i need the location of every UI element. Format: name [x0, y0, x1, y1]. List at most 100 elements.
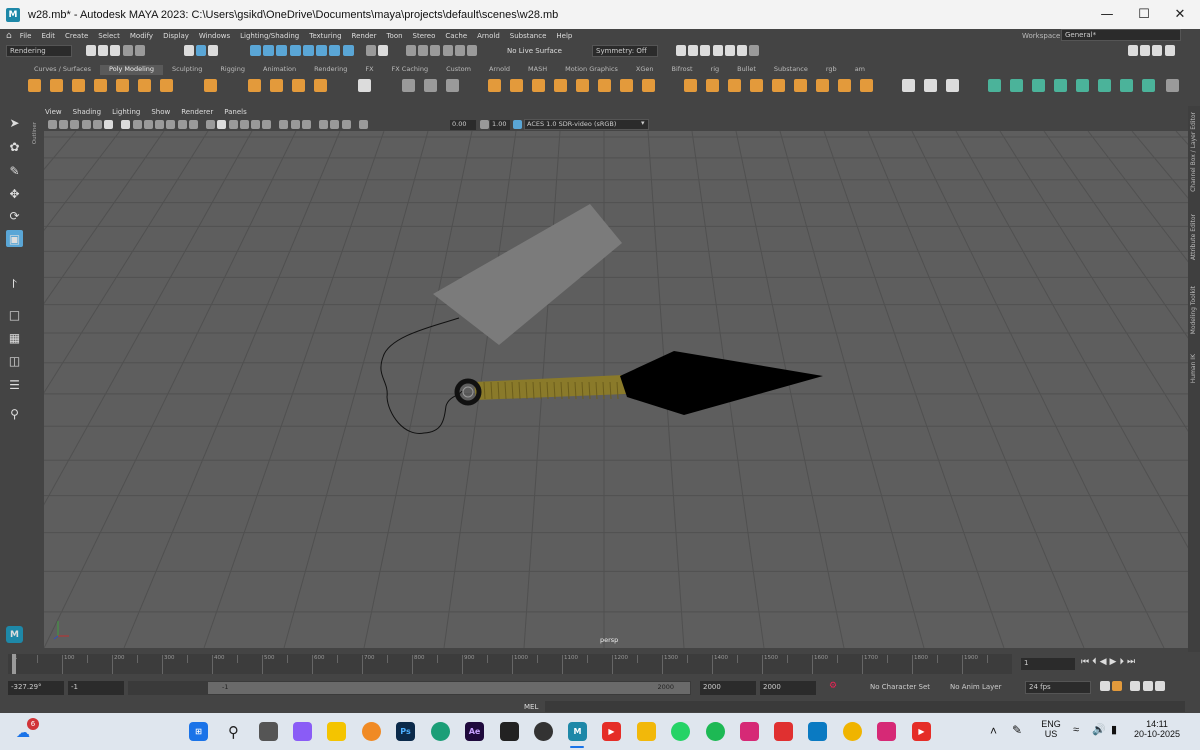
shelf-tab-rendering[interactable]: Rendering — [305, 65, 356, 75]
multi-cut-icon[interactable] — [924, 79, 937, 92]
time-slider[interactable]: 1100200300400500600700800900100011001200… — [0, 652, 1200, 676]
open-scene-icon[interactable] — [98, 45, 109, 56]
outliner-layout-icon[interactable]: ☰ — [6, 376, 23, 393]
shelf-tab-rigging[interactable]: Rigging — [211, 65, 254, 75]
mask-curves-icon[interactable] — [276, 45, 288, 56]
bookmarks-icon[interactable] — [70, 120, 80, 129]
boolean-difference-icon[interactable] — [576, 79, 589, 92]
key-settings-icon[interactable] — [1112, 681, 1123, 691]
battery-icon[interactable]: ▮ — [1111, 723, 1117, 736]
gamma-field[interactable]: 1.00 — [490, 120, 510, 130]
search-icon[interactable]: ⚲ — [6, 405, 23, 422]
menu-modify[interactable]: Modify — [130, 32, 153, 40]
panel-menu-lighting[interactable]: Lighting — [112, 108, 140, 118]
color-management-icon[interactable] — [513, 120, 522, 129]
wireframe-on-shaded-icon[interactable] — [228, 120, 238, 129]
panel-menu-renderer[interactable]: Renderer — [181, 108, 213, 118]
extract-icon[interactable] — [620, 79, 633, 92]
select-component-icon[interactable] — [208, 45, 219, 56]
mash-flight-icon[interactable] — [1142, 79, 1155, 92]
shelf-tab-xgen[interactable]: XGen — [627, 65, 663, 75]
bridge-icon[interactable] — [706, 79, 719, 92]
snap-curve-icon[interactable] — [418, 45, 429, 56]
xray-joints-icon[interactable] — [341, 120, 351, 129]
minimize-button[interactable]: — — [1090, 0, 1124, 29]
safe-title-icon[interactable] — [188, 120, 198, 129]
menu-render[interactable]: Render — [352, 32, 377, 40]
windows-start-icon[interactable]: ⊞ — [189, 722, 208, 741]
image-plane-icon[interactable] — [81, 120, 91, 129]
shelf-tab-rgb[interactable]: rgb — [817, 65, 846, 75]
menu-toon[interactable]: Toon — [386, 32, 402, 40]
combine-icon[interactable] — [488, 79, 501, 92]
resolution-gate-icon[interactable] — [143, 120, 153, 129]
sweep-mesh-icon[interactable] — [270, 79, 283, 92]
shelf-tab-animation[interactable]: Animation — [254, 65, 305, 75]
go-to-end-icon[interactable]: ⏭ — [1127, 657, 1138, 667]
field-chart-icon[interactable] — [166, 120, 176, 129]
panel-menu-shading[interactable]: Shading — [73, 108, 101, 118]
menu-display[interactable]: Display — [163, 32, 189, 40]
wifi-icon[interactable]: ≈ — [1073, 724, 1079, 736]
youtube-2-icon[interactable]: ▶ — [912, 722, 931, 741]
quad-draw-icon[interactable] — [902, 79, 915, 92]
playback-speed-icon[interactable] — [1142, 681, 1153, 691]
step-back-icon[interactable]: ◀ — [1100, 657, 1110, 667]
select-object-icon[interactable] — [196, 45, 207, 56]
isolate-select-icon[interactable] — [319, 120, 329, 129]
copilot-icon[interactable] — [293, 722, 312, 741]
character-set-dropdown[interactable]: No Character Set — [870, 683, 930, 691]
maya-taskbar-icon[interactable]: M — [568, 722, 587, 741]
poly-sphere-icon[interactable] — [28, 79, 41, 92]
merge-icon[interactable] — [772, 79, 785, 92]
bevel-icon[interactable] — [728, 79, 741, 92]
step-back-key-icon[interactable]: ⏴ — [1092, 657, 1100, 667]
layout-icon[interactable] — [358, 79, 371, 92]
play-icon[interactable]: ▶ — [1110, 657, 1120, 667]
shadows-icon[interactable] — [262, 120, 272, 129]
shelf-tab-curves-surfaces[interactable]: Curves / Surfaces — [25, 65, 100, 75]
sculpt-icon[interactable] — [402, 79, 415, 92]
scale-tool-icon[interactable]: ▣ — [6, 230, 23, 247]
menu-edit[interactable]: Edit — [41, 32, 55, 40]
go-to-start-icon[interactable]: ⏮ — [1081, 657, 1092, 667]
panel-menu-show[interactable]: Show — [151, 108, 170, 118]
chrome-icon[interactable] — [843, 722, 862, 741]
camera-attributes-icon[interactable] — [59, 120, 69, 129]
mirror-icon[interactable] — [598, 79, 611, 92]
range-slider-handle[interactable]: -1 2000 — [208, 682, 690, 694]
mask-surfaces-icon[interactable] — [289, 45, 301, 56]
shelf-tab-motion-graphics[interactable]: Motion Graphics — [556, 65, 627, 75]
poly-torus-icon[interactable] — [116, 79, 129, 92]
select-tool-icon[interactable]: ➤ — [6, 114, 23, 131]
hypershade-icon[interactable] — [724, 45, 735, 56]
uv-layout-icon[interactable] — [446, 79, 459, 92]
shelf-tab-bullet[interactable]: Bullet — [728, 65, 765, 75]
step-forward-icon[interactable]: ⏵ — [1119, 657, 1127, 667]
blender-icon[interactable] — [362, 722, 381, 741]
task-view-icon[interactable] — [259, 722, 278, 741]
instagram-icon[interactable] — [740, 722, 759, 741]
mask-deformations-icon[interactable] — [302, 45, 314, 56]
fill-hole-icon[interactable] — [642, 79, 655, 92]
single-perspective-layout-icon[interactable]: □ — [6, 306, 23, 323]
start-time-field[interactable]: -1 — [68, 681, 124, 695]
vscode-icon[interactable] — [500, 722, 519, 741]
poke-icon[interactable] — [838, 79, 851, 92]
pen-icon[interactable]: ✎ — [1012, 723, 1022, 737]
axis-tool-icon[interactable]: ⨡ — [6, 276, 23, 293]
shelf-tab-poly-modeling[interactable]: Poly Modeling — [100, 65, 163, 75]
exposure-field[interactable]: 0.00 — [450, 120, 476, 130]
panel-menu-view[interactable]: View — [45, 108, 62, 118]
smooth-icon[interactable] — [532, 79, 545, 92]
coordinate-field[interactable]: -327.29° — [8, 681, 64, 695]
anti-aliasing-icon[interactable] — [301, 120, 311, 129]
lock-selection-icon[interactable] — [366, 45, 376, 56]
clock[interactable]: 14:11 20-10-2025 — [1128, 719, 1186, 739]
sticky-notes-icon[interactable] — [327, 722, 346, 741]
outliner-side-tab[interactable]: Outliner — [32, 122, 38, 144]
snap-projected-center-icon[interactable] — [442, 45, 453, 56]
menu-cache[interactable]: Cache — [445, 32, 467, 40]
highlight-selection-icon[interactable] — [378, 45, 389, 56]
type-text-icon[interactable] — [292, 79, 305, 92]
